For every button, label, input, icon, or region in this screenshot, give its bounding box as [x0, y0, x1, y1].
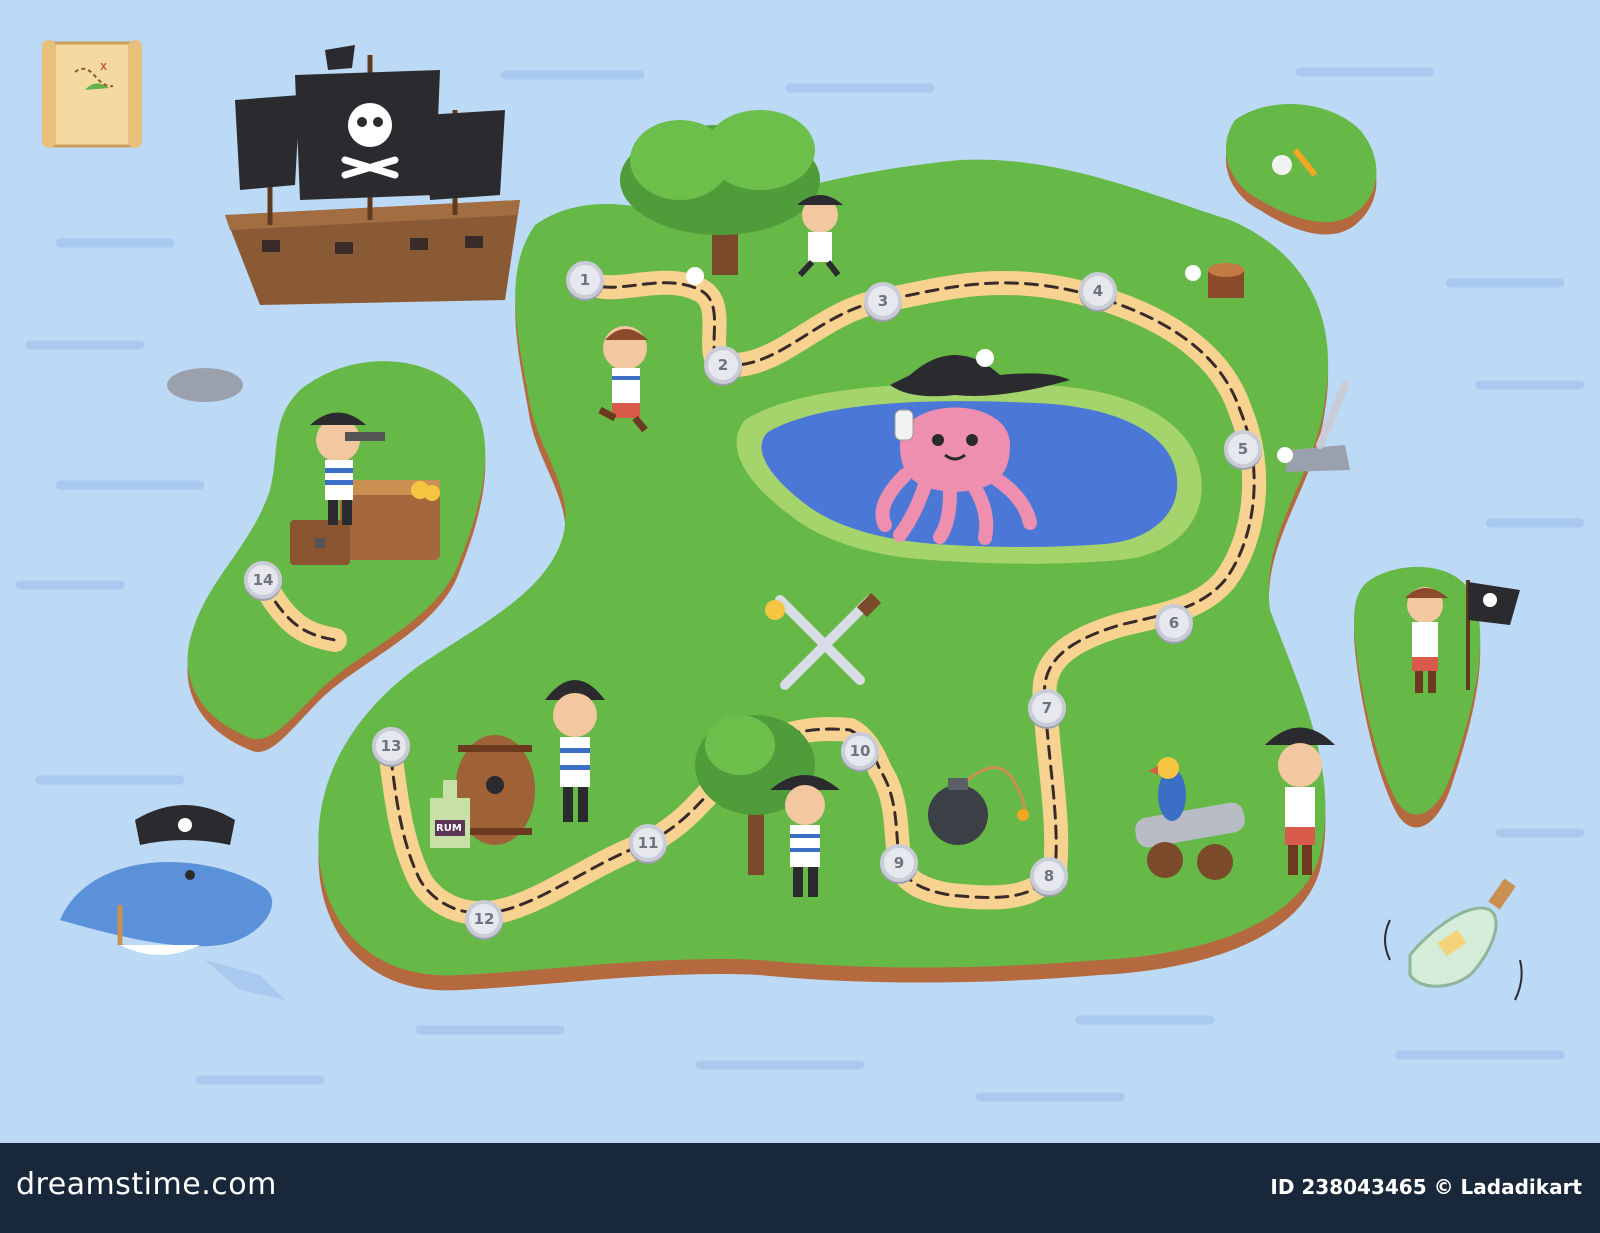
path-step-10[interactable]: 10	[841, 732, 879, 770]
treasure-island-map: x	[15, 40, 1585, 1102]
path-step-12[interactable]: 12	[465, 900, 503, 938]
image-credit: ID 238043465 © Ladadikart	[1270, 1175, 1582, 1199]
path-step-11[interactable]: 11	[629, 824, 667, 862]
path-step-6[interactable]: 6	[1155, 604, 1193, 642]
path-step-9[interactable]: 9	[880, 844, 918, 882]
path-step-8[interactable]: 8	[1030, 857, 1068, 895]
shark-icon[interactable]	[60, 805, 285, 1000]
path-step-5[interactable]: 5	[1224, 430, 1262, 468]
message-bottle-icon[interactable]	[1384, 878, 1523, 1001]
path-step-7[interactable]: 7	[1028, 689, 1066, 727]
path-step-2[interactable]: 2	[704, 346, 742, 384]
footer-bar: dreamstime.com ID 238043465 © Ladadikart	[0, 1143, 1600, 1233]
pirate-ship-icon[interactable]	[225, 45, 520, 305]
brand-label[interactable]: dreamstime.com	[16, 1167, 277, 1202]
path-step-3[interactable]: 3	[864, 282, 902, 320]
path-step-1[interactable]: 1	[566, 261, 604, 299]
path-step-4[interactable]: 4	[1079, 272, 1117, 310]
path-step-14[interactable]: 14	[244, 561, 282, 599]
treasure-map-icon[interactable]: x	[42, 40, 142, 148]
rock-icon	[167, 368, 243, 402]
stump-icon	[1208, 263, 1244, 298]
rum-label: RUM	[436, 823, 462, 834]
game-board: x 1 2 3 4 5 6 7 8 9 10 11 12 13 14 RUM d…	[0, 0, 1600, 1233]
path-step-13[interactable]: 13	[372, 727, 410, 765]
svg-text:x: x	[100, 59, 107, 73]
northeast-islet-grass	[1225, 103, 1377, 223]
